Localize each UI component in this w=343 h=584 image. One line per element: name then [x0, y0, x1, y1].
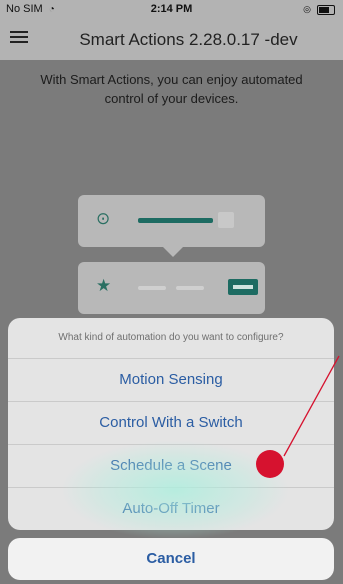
illustration-card-action: ★ [78, 262, 265, 314]
status-time: 2:14 PM [150, 3, 193, 15]
action-sheet-question: What kind of automation do you want to c… [8, 318, 334, 359]
illustration-toggle [228, 279, 258, 295]
running-person-icon: ★ [96, 276, 112, 295]
option-control-with-switch[interactable]: Control With a Switch [8, 402, 334, 445]
illustration-bar [138, 286, 166, 290]
option-motion-sensing[interactable]: Motion Sensing [8, 359, 334, 402]
alarm-icon: ◎ [303, 4, 311, 14]
option-schedule-scene[interactable]: Schedule a Scene [8, 445, 334, 488]
illustration-connector [163, 247, 183, 257]
page-title: Smart Actions 2.28.0.17 -dev [79, 30, 298, 49]
status-icons: ◎ [303, 4, 335, 15]
action-sheet: What kind of automation do you want to c… [8, 318, 334, 530]
option-auto-off-timer[interactable]: Auto-Off Timer [8, 488, 334, 530]
tap-indicator [256, 450, 284, 478]
status-bar: No SIM ◔ 2:14 PM ◎ [0, 0, 343, 20]
bulb-icon: ⊙ [96, 209, 111, 228]
illustration-card-trigger: ⊙ [78, 195, 265, 247]
battery-icon [317, 4, 335, 15]
intro-text: With Smart Actions, you can enjoy automa… [40, 72, 303, 106]
app-header: Smart Actions 2.28.0.17 -dev [0, 20, 343, 60]
illustration-bar [138, 218, 213, 223]
illustration-dropdown [218, 212, 234, 228]
cancel-button[interactable]: Cancel [8, 538, 334, 580]
illustration-bar [176, 286, 204, 290]
menu-icon[interactable] [10, 28, 28, 44]
